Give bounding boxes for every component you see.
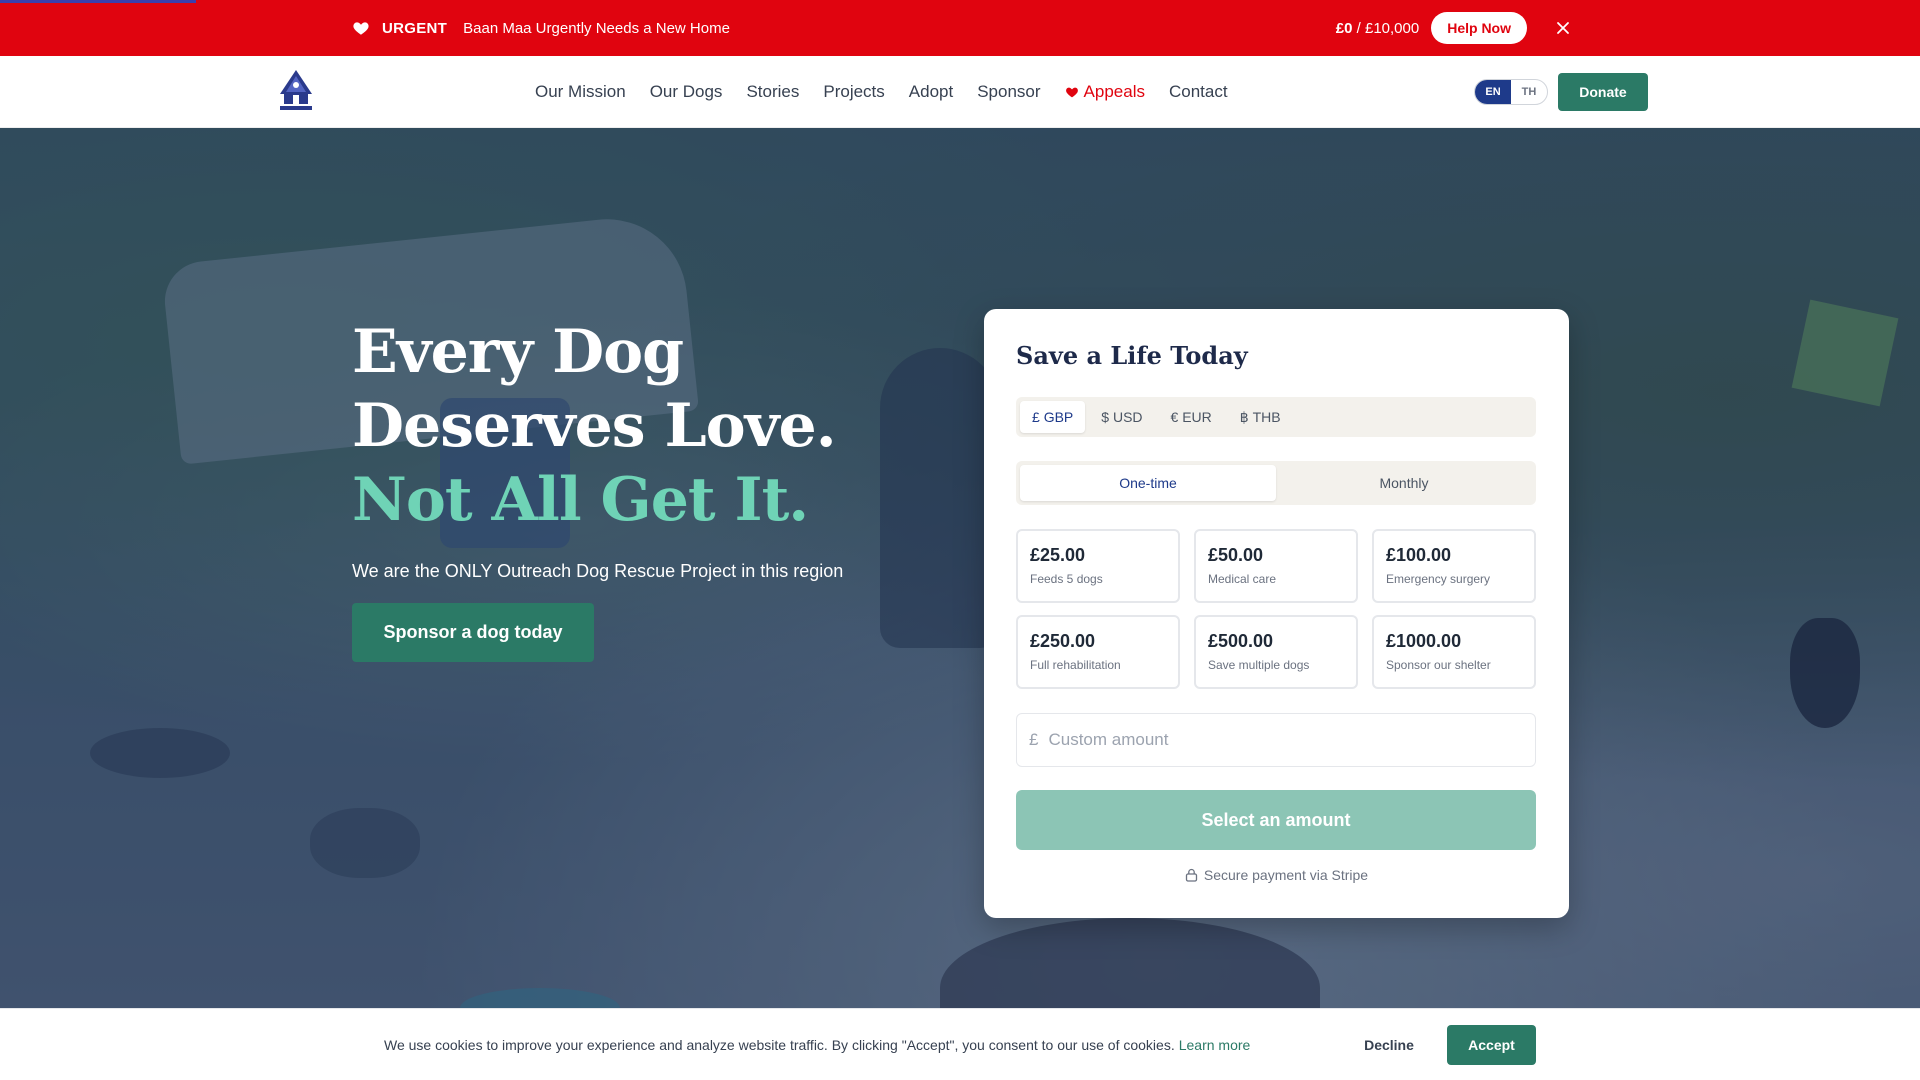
main-navbar: Our Mission Our Dogs Stories Projects Ad…: [0, 56, 1920, 128]
nav-appeals-label: Appeals: [1083, 82, 1145, 101]
currency-symbol: €: [1170, 409, 1179, 425]
amount-value: £250.00: [1030, 631, 1096, 651]
nav-our-dogs[interactable]: Our Dogs: [650, 82, 723, 102]
amount-value: £100.00: [1386, 545, 1452, 565]
urgent-tag: URGENT: [382, 19, 448, 37]
nav-contact[interactable]: Contact: [1169, 82, 1228, 102]
amount-description: Sponsor our shelter: [1386, 658, 1491, 672]
urgent-actions: £0 / £10,000 Help Now: [1336, 0, 1575, 56]
currency-symbol: £: [1032, 409, 1040, 425]
amount-value: £25.00: [1030, 545, 1086, 565]
lang-en[interactable]: EN: [1475, 80, 1511, 104]
currency-code: GBP: [1043, 409, 1074, 425]
custom-amount-field: £: [1016, 713, 1536, 767]
currency-code: EUR: [1182, 409, 1212, 425]
hero-overlay: [0, 128, 1920, 1008]
fundraising-progress: £0 / £10,000: [1336, 20, 1419, 37]
currency-code: THB: [1252, 409, 1281, 425]
secure-payment-text: Secure payment via Stripe: [1203, 867, 1369, 883]
frequency-monthly[interactable]: Monthly: [1276, 465, 1532, 501]
goal-amount: / £10,000: [1352, 19, 1420, 37]
amount-description: Emergency surgery: [1386, 572, 1491, 586]
currency-thb[interactable]: ฿ THB: [1228, 401, 1293, 433]
help-now-button[interactable]: Help Now: [1431, 12, 1527, 44]
cookie-message: We use cookies to improve your experienc…: [384, 1009, 1250, 1080]
language-toggle: EN TH: [1474, 79, 1548, 105]
baan-maa-logo[interactable]: [276, 68, 316, 114]
nav-stories[interactable]: Stories: [746, 82, 799, 102]
amount-description: Full rehabilitation: [1030, 658, 1121, 672]
nav-links: Our Mission Our Dogs Stories Projects Ad…: [535, 56, 1228, 128]
hero-subtitle: We are the ONLY Outreach Dog Rescue Proj…: [352, 561, 844, 581]
hero-title-line2: Deserves Love.: [352, 391, 837, 461]
amount-option-100[interactable]: £100.00 Emergency surgery: [1372, 529, 1536, 603]
decline-button[interactable]: Decline: [1344, 1025, 1434, 1065]
donation-card: Save a Life Today £ GBP $ USD € EUR ฿ TH…: [984, 309, 1569, 918]
hero-title-accent: Not All Get It.: [352, 465, 809, 535]
hero-section: [0, 128, 1920, 1008]
frequency-one-time[interactable]: One-time: [1020, 465, 1276, 501]
amount-description: Save multiple dogs: [1208, 658, 1310, 672]
currency-eur[interactable]: € EUR: [1159, 401, 1224, 433]
nav-projects[interactable]: Projects: [823, 82, 884, 102]
urgent-message-group: URGENT Baan Maa Urgently Needs a New Hom…: [352, 0, 730, 56]
amount-option-25[interactable]: £25.00 Feeds 5 dogs: [1016, 529, 1180, 603]
amount-options: £25.00 Feeds 5 dogs £50.00 Medical care …: [1016, 529, 1536, 689]
amount-value: £1000.00: [1386, 631, 1462, 651]
secure-payment-note: Secure payment via Stripe: [984, 867, 1569, 883]
urgent-progress-line: [0, 0, 196, 3]
nav-adopt[interactable]: Adopt: [909, 82, 953, 102]
heart-icon: [1065, 87, 1078, 98]
lock-icon: [1185, 868, 1198, 882]
cookie-text: We use cookies to improve your experienc…: [384, 1037, 1175, 1053]
frequency-selector: One-time Monthly: [1016, 461, 1536, 505]
nav-our-mission[interactable]: Our Mission: [535, 82, 626, 102]
amount-description: Feeds 5 dogs: [1030, 572, 1103, 586]
raised-amount: £0: [1335, 19, 1353, 37]
currency-selector: £ GBP $ USD € EUR ฿ THB: [1016, 397, 1536, 437]
select-amount-button[interactable]: Select an amount: [1016, 790, 1536, 850]
amount-description: Medical care: [1208, 572, 1277, 586]
amount-value: £50.00: [1208, 545, 1264, 565]
amount-value: £500.00: [1208, 631, 1274, 651]
amount-option-250[interactable]: £250.00 Full rehabilitation: [1016, 615, 1180, 689]
donate-button[interactable]: Donate: [1558, 73, 1648, 111]
nav-appeals[interactable]: Appeals: [1065, 82, 1145, 102]
urgent-message: Baan Maa Urgently Needs a New Home: [463, 19, 730, 37]
hero-heading-block: Every Dog Deserves Love. Not All Get It.: [352, 315, 912, 537]
custom-amount-input[interactable]: [1048, 730, 1509, 750]
sponsor-dog-button[interactable]: Sponsor a dog today: [352, 603, 594, 662]
amount-option-1000[interactable]: £1000.00 Sponsor our shelter: [1372, 615, 1536, 689]
close-icon[interactable]: [1551, 16, 1575, 40]
hero-title-line1: Every Dog: [352, 317, 684, 387]
lang-th[interactable]: TH: [1511, 80, 1547, 104]
urgent-banner: URGENT Baan Maa Urgently Needs a New Hom…: [0, 0, 1920, 56]
accept-button[interactable]: Accept: [1447, 1025, 1536, 1065]
nav-sponsor[interactable]: Sponsor: [977, 82, 1040, 102]
currency-gbp[interactable]: £ GBP: [1020, 401, 1086, 433]
heart-icon: [353, 22, 369, 35]
amount-option-500[interactable]: £500.00 Save multiple dogs: [1194, 615, 1358, 689]
amount-option-50[interactable]: £50.00 Medical care: [1194, 529, 1358, 603]
hero-title: Every Dog Deserves Love. Not All Get It.: [352, 315, 912, 537]
currency-usd[interactable]: $ USD: [1089, 401, 1154, 433]
currency-symbol: ฿: [1239, 408, 1249, 425]
donation-title: Save a Life Today: [1016, 341, 1248, 370]
cookie-consent-bar: We use cookies to improve your experienc…: [0, 1008, 1920, 1080]
learn-more-link[interactable]: Learn more: [1179, 1037, 1251, 1053]
custom-currency-symbol: £: [1029, 730, 1039, 749]
currency-code: USD: [1112, 409, 1143, 425]
currency-symbol: $: [1101, 409, 1110, 425]
